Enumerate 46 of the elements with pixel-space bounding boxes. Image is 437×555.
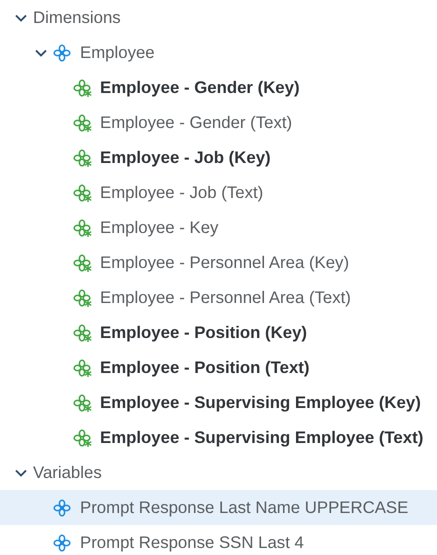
tree-row[interactable]: Employee - Job (Key) [0,140,437,175]
tree-row[interactable]: Employee - Key [0,210,437,245]
tree-item-label: Employee - Supervising Employee (Key) [100,392,421,412]
tree-item-label: Employee - Gender (Key) [100,78,300,98]
tree-item-label: Dimensions [33,8,121,28]
dimension-icon [53,44,73,62]
tree-row[interactable]: Dimensions [0,0,437,35]
attribute-icon [73,428,93,446]
attribute-icon [73,78,93,96]
tree-row[interactable]: Prompt Response SSN Last 4 [0,525,437,555]
tree-row[interactable]: Employee - Position (Text) [0,350,437,385]
tree-item-label: Employee - Position (Key) [100,322,308,342]
dimension-icon [53,534,73,552]
tree-row[interactable]: Prompt Response Last Name UPPERCASE [0,490,437,525]
tree-item-label: Employee - Personnel Area (Key) [100,252,350,272]
attribute-icon [73,358,93,376]
tree-item-label: Prompt Response Last Name UPPERCASE [80,498,408,518]
tree-row[interactable]: Employee - Job (Text) [0,175,437,210]
tree-item-label: Employee - Gender (Text) [100,112,292,132]
attribute-icon [73,218,93,236]
tree-row[interactable]: Employee - Gender (Text) [0,105,437,140]
tree-item-label: Employee - Key [100,218,218,238]
tree-row[interactable]: Employee - Position (Key) [0,315,437,350]
tree-item-label: Employee - Personnel Area (Text) [100,288,351,308]
tree-item-label: Prompt Response SSN Last 4 [80,532,304,552]
attribute-icon [73,324,93,342]
tree-row[interactable]: Employee - Gender (Key) [0,70,437,105]
tree-row[interactable]: Employee - Personnel Area (Text) [0,280,437,315]
attribute-icon [73,394,93,412]
tree-row[interactable]: Employee - Supervising Employee (Text) [0,420,437,455]
tree-item-label: Employee - Job (Key) [100,148,271,168]
attribute-icon [73,148,93,166]
tree-row[interactable]: Employee - Personnel Area (Key) [0,245,437,280]
tree-item-label: Variables [33,462,102,482]
attribute-icon [73,114,93,132]
tree-row[interactable]: Employee [0,35,437,70]
attribute-icon [73,254,93,272]
tree-item-label: Employee - Job (Text) [100,182,264,202]
dimension-icon [53,498,73,516]
attribute-icon [73,288,93,306]
tree-row[interactable]: Variables [0,455,437,490]
tree-item-label: Employee - Supervising Employee (Text) [100,428,424,448]
tree-item-label: Employee - Position (Text) [100,358,310,378]
attribute-icon [73,184,93,202]
tree-item-label: Employee [80,42,155,62]
tree-row[interactable]: Employee - Supervising Employee (Key) [0,385,437,420]
